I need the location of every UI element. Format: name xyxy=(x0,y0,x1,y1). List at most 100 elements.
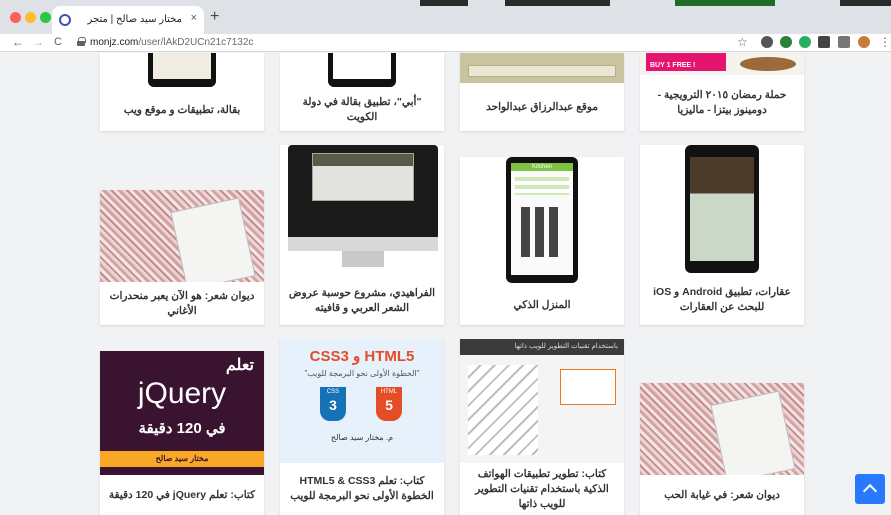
card-thumbnail: HTML5 و CSS3 "الخطوة الأولى نحو البرمجة … xyxy=(280,339,444,463)
html5-shield-icon: HTML 5 xyxy=(376,387,402,421)
background-window-strip xyxy=(420,0,468,6)
book-title-strip: باستخدام تقنيات التطوير للويب ذاتها xyxy=(460,339,624,355)
portfolio-card-dominos[interactable]: BUY 1 FREE ! حملة رمضان ٢٠١٥ الترويجية -… xyxy=(640,53,804,131)
bookmark-star-icon[interactable]: ☆ xyxy=(737,35,748,49)
card-caption[interactable]: "أبي"، تطبيق بقالة في دولة الكويت xyxy=(288,89,436,131)
card-caption[interactable]: كتاب: تعلم HTML5 & CSS3 الخطوة الأولى نح… xyxy=(288,463,436,515)
forward-button[interactable]: → xyxy=(32,35,44,49)
portfolio-card-poetry-1[interactable]: ديوان شعر: هو الآن يعبر منحدرات الأغاني xyxy=(100,190,264,325)
diagram-boxes xyxy=(468,365,538,455)
jquery-author-banner: مختار سيد صالح xyxy=(100,451,264,467)
extension-cloud-icon[interactable] xyxy=(761,36,773,48)
card-thumbnail: Kitchen xyxy=(460,157,624,285)
minimize-window-button[interactable] xyxy=(25,12,36,23)
card-thumbnail xyxy=(100,190,264,282)
browser-menu-icon[interactable]: ⋮ xyxy=(879,35,891,49)
card-thumbnail xyxy=(280,145,444,277)
css-badge-number: 3 xyxy=(329,397,337,413)
css-badge-label: CSS xyxy=(326,389,340,395)
card-thumbnail: BUY 1 FREE ! xyxy=(640,53,804,75)
browser-toolbar: ← → C monjz.com/user/lAkD2UCn21c7132c ☆ … xyxy=(0,34,891,52)
scroll-to-top-button[interactable] xyxy=(855,474,885,504)
phone-mockup xyxy=(685,145,759,273)
portfolio-card-real-estate[interactable]: عقارات، تطبيق Android و iOS للبحث عن الع… xyxy=(640,145,804,325)
phone-mockup xyxy=(148,53,216,87)
portfolio-card-farahidi[interactable]: الفراهيدي، مشروع حوسبة عروض الشعر العربي… xyxy=(280,145,444,325)
card-thumbnail xyxy=(640,145,804,275)
book-subtitle: "الخطوة الأولى نحو البرمجة للويب" xyxy=(304,369,420,378)
portfolio-card-grocery[interactable]: بقالة، تطبيقات و موقع ويب xyxy=(100,53,264,131)
card-thumbnail xyxy=(280,53,444,89)
new-tab-button[interactable]: + xyxy=(210,9,219,25)
profile-avatar-icon[interactable] xyxy=(858,36,870,48)
card-caption[interactable]: الفراهيدي، مشروع حوسبة عروض الشعر العربي… xyxy=(288,277,436,325)
book-author: م. مختار سيد صالح xyxy=(330,433,394,442)
card-caption[interactable]: ديوان شعر: في غيابة الحب xyxy=(648,475,796,515)
portfolio-card-abdulrazzaq[interactable]: موقع عبدالرزاق عبدالواحد xyxy=(460,53,624,131)
maximize-window-button[interactable] xyxy=(40,12,51,23)
phone-mockup xyxy=(328,53,396,87)
imac-stand xyxy=(342,251,384,267)
portfolio-grid: BUY 1 FREE ! حملة رمضان ٢٠١٥ الترويجية -… xyxy=(0,53,891,515)
tab-title: مختار سيد صالح | متجر xyxy=(87,14,182,25)
lock-icon[interactable] xyxy=(77,37,86,46)
portfolio-card-mobile-dev-book[interactable]: باستخدام تقنيات التطوير للويب ذاتها كتاب… xyxy=(460,339,624,515)
device-illustration xyxy=(560,369,616,405)
url-path: /user/lAkD2UCn21c7132c xyxy=(138,37,254,48)
close-window-button[interactable] xyxy=(10,12,21,23)
portfolio-card-smart-home[interactable]: Kitchen المنزل الذكي xyxy=(460,157,624,325)
site-header xyxy=(313,154,413,166)
book-heading: HTML5 و CSS3 xyxy=(309,348,415,365)
background-window-strip xyxy=(840,0,891,6)
device-list xyxy=(515,177,569,195)
browser-tab[interactable]: مختار سيد صالح | متجر × xyxy=(52,6,204,34)
portfolio-card-html-css-book[interactable]: HTML5 و CSS3 "الخطوة الأولى نحو البرمجة … xyxy=(280,339,444,515)
phone-screen xyxy=(153,53,211,79)
card-caption[interactable]: حملة رمضان ٢٠١٥ الترويجية - دومينوز بيتز… xyxy=(648,75,796,131)
phone-screen: Kitchen xyxy=(511,163,573,275)
card-thumbnail xyxy=(460,53,624,83)
site-favicon-icon xyxy=(59,14,71,26)
phone-screen xyxy=(333,53,391,79)
browser-tab-strip: مختار سيد صالح | متجر × + xyxy=(0,0,891,34)
phone-mockup: Kitchen xyxy=(506,157,578,283)
background-window-strip xyxy=(505,0,610,6)
css3-shield-icon: CSS 3 xyxy=(320,387,346,421)
tab-close-icon[interactable]: × xyxy=(191,12,197,24)
map-screen xyxy=(690,157,754,261)
html-badge-number: 5 xyxy=(385,397,393,413)
card-caption[interactable]: المنزل الذكي xyxy=(468,285,616,325)
card-thumbnail: تعلم jQuery في 120 دقيقة مختار سيد صالح xyxy=(100,351,264,475)
jquery-word: jQuery xyxy=(137,377,227,410)
html-badge-label: HTML xyxy=(380,389,398,395)
website-screenshot xyxy=(312,153,414,201)
card-caption[interactable]: بقالة، تطبيقات و موقع ويب xyxy=(108,89,256,131)
portfolio-card-poetry-2[interactable]: ديوان شعر: في غيابة الحب xyxy=(640,383,804,515)
pizza-promo-banner: BUY 1 FREE ! xyxy=(646,53,726,71)
extension-grammarly-icon[interactable] xyxy=(799,36,811,48)
card-thumbnail xyxy=(640,383,804,475)
card-caption[interactable]: كتاب: تطوير تطبيقات الهواتف الذكية باستخ… xyxy=(468,463,616,515)
reload-button[interactable]: C xyxy=(54,35,62,49)
card-caption[interactable]: ديوان شعر: هو الآن يعبر منحدرات الأغاني xyxy=(108,282,256,325)
extensions-puzzle-icon[interactable] xyxy=(818,36,830,48)
card-caption[interactable]: كتاب: تعلم jQuery في 120 دقيقة xyxy=(108,475,256,515)
address-bar[interactable]: monjz.com/user/lAkD2UCn21c7132c xyxy=(90,37,253,48)
imac-mockup xyxy=(288,145,438,237)
reading-list-icon[interactable] xyxy=(838,36,850,48)
jquery-minutes: في 120 دقيقة xyxy=(138,420,226,437)
pizza-image xyxy=(740,57,796,71)
extension-badge-icon[interactable] xyxy=(780,36,792,48)
portfolio-card-abi-grocery[interactable]: "أبي"، تطبيق بقالة في دولة الكويت xyxy=(280,53,444,131)
card-caption[interactable]: موقع عبدالرزاق عبدالواحد xyxy=(468,83,616,131)
keypad xyxy=(521,207,563,257)
card-caption[interactable]: عقارات، تطبيق Android و iOS للبحث عن الع… xyxy=(648,275,796,325)
back-button[interactable]: ← xyxy=(12,35,24,49)
kitchen-header: Kitchen xyxy=(511,163,573,171)
portfolio-card-jquery-book[interactable]: تعلم jQuery في 120 دقيقة مختار سيد صالح … xyxy=(100,351,264,515)
website-screenshot xyxy=(468,65,616,77)
card-thumbnail: باستخدام تقنيات التطوير للويب ذاتها xyxy=(460,339,624,463)
background-window-strip xyxy=(675,0,775,6)
url-host: monjz.com xyxy=(90,37,139,48)
jquery-learn-label: تعلم xyxy=(225,357,254,374)
